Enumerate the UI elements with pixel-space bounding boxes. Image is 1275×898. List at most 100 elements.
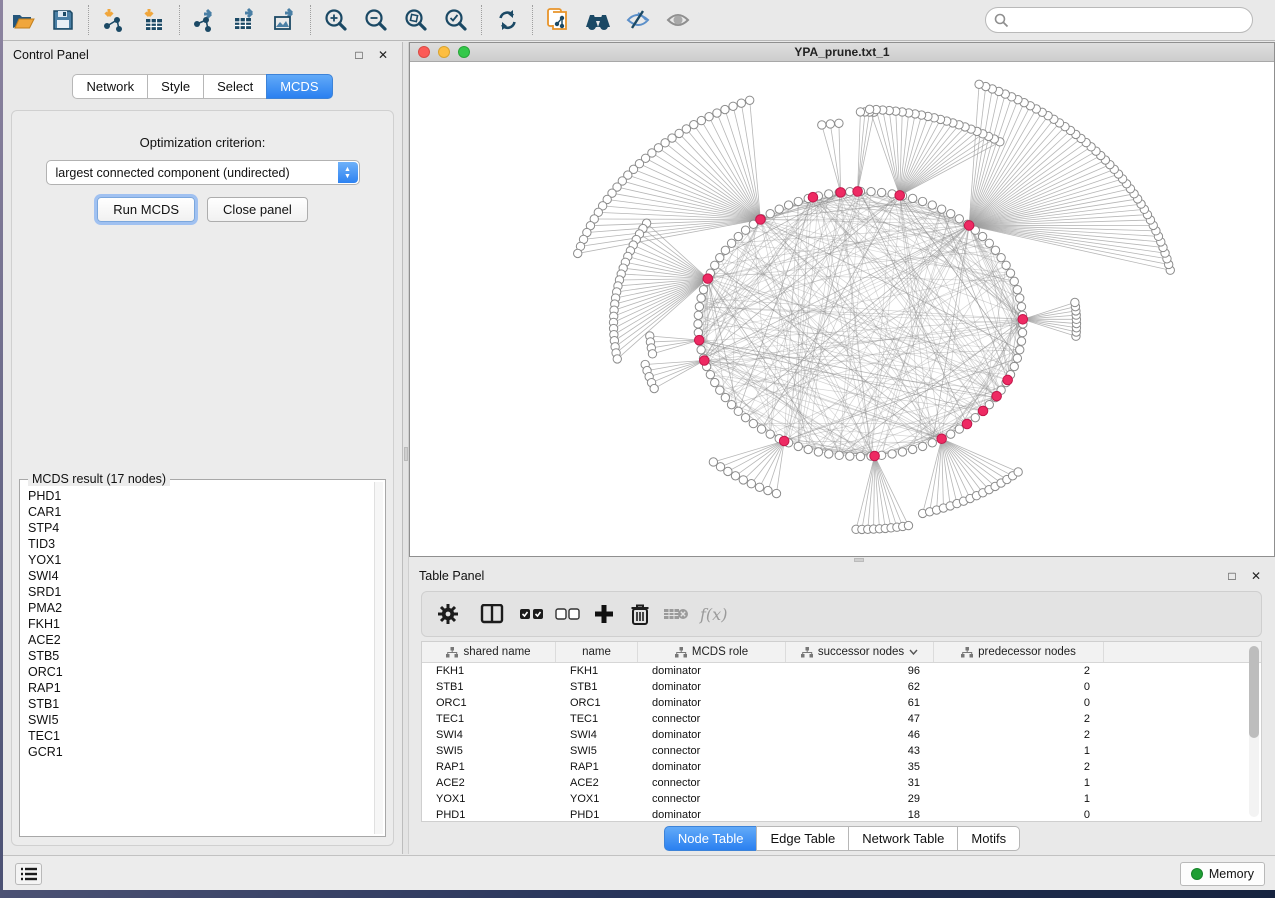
table-row[interactable]: STB1STB1dominator620 <box>422 679 1261 695</box>
cell-name[interactable]: YOX1 <box>556 791 638 807</box>
memory-button[interactable]: Memory <box>1180 862 1265 886</box>
zoom-selected-button[interactable] <box>439 4 473 36</box>
tab-select[interactable]: Select <box>203 74 266 99</box>
cell-predecessor_nodes[interactable]: 0 <box>934 695 1104 711</box>
import-table-button[interactable] <box>137 4 171 36</box>
splitter-grip[interactable] <box>404 447 408 461</box>
cell-shared_name[interactable]: PHD1 <box>422 807 556 823</box>
refresh-button[interactable] <box>490 4 524 36</box>
table-row[interactable]: RAP1RAP1dominator352 <box>422 759 1261 775</box>
mcds-result-list[interactable]: PHD1CAR1STP4TID3YOX1SWI4SRD1PMA2FKH1ACE2… <box>28 488 373 832</box>
first-neighbors-button[interactable] <box>581 4 615 36</box>
cell-predecessor_nodes[interactable]: 2 <box>934 711 1104 727</box>
cell-mcds_role[interactable]: connector <box>638 711 786 727</box>
cell-mcds_role[interactable]: dominator <box>638 663 786 679</box>
mcds-result-item[interactable]: PMA2 <box>28 600 373 616</box>
cell-shared_name[interactable]: SWI4 <box>422 727 556 743</box>
cell-name[interactable]: TEC1 <box>556 711 638 727</box>
cell-predecessor_nodes[interactable]: 0 <box>934 807 1104 823</box>
column-header-shared-name[interactable]: shared name <box>422 642 556 662</box>
mcds-result-item[interactable]: SWI5 <box>28 712 373 728</box>
mcds-result-item[interactable]: STB5 <box>28 648 373 664</box>
mcds-result-item[interactable]: YOX1 <box>28 552 373 568</box>
close-window-icon[interactable] <box>418 46 430 58</box>
cell-name[interactable]: RAP1 <box>556 759 638 775</box>
cell-name[interactable]: ORC1 <box>556 695 638 711</box>
mcds-result-item[interactable]: CAR1 <box>28 504 373 520</box>
cell-predecessor_nodes[interactable]: 2 <box>934 663 1104 679</box>
mcds-list-scrollbar[interactable] <box>374 482 383 834</box>
mcds-result-item[interactable]: STP4 <box>28 520 373 536</box>
cell-mcds_role[interactable]: connector <box>638 791 786 807</box>
column-header-MCDS-role[interactable]: MCDS role <box>638 642 786 662</box>
cell-name[interactable]: ACE2 <box>556 775 638 791</box>
cell-successor_nodes[interactable]: 29 <box>786 791 934 807</box>
network-window-titlebar[interactable]: YPA_prune.txt_1 <box>410 43 1274 62</box>
function-builder-button[interactable]: f(x) <box>700 605 727 624</box>
cell-name[interactable]: STB1 <box>556 679 638 695</box>
cell-successor_nodes[interactable]: 31 <box>786 775 934 791</box>
cell-name[interactable]: SWI5 <box>556 743 638 759</box>
table-row[interactable]: PHD1PHD1dominator180 <box>422 807 1261 823</box>
export-image-button[interactable] <box>268 4 302 36</box>
cell-predecessor_nodes[interactable]: 2 <box>934 727 1104 743</box>
table-row[interactable]: FKH1FKH1dominator962 <box>422 663 1261 679</box>
mcds-result-item[interactable]: SWI4 <box>28 568 373 584</box>
mcds-result-item[interactable]: ORC1 <box>28 664 373 680</box>
cell-mcds_role[interactable]: dominator <box>638 759 786 775</box>
cell-successor_nodes[interactable]: 46 <box>786 727 934 743</box>
cell-predecessor_nodes[interactable]: 1 <box>934 775 1104 791</box>
table-tab-motifs[interactable]: Motifs <box>957 826 1020 851</box>
table-scrollbar-thumb[interactable] <box>1249 646 1259 738</box>
cell-mcds_role[interactable]: dominator <box>638 679 786 695</box>
column-header-name[interactable]: name <box>556 642 638 662</box>
add-column-button[interactable] <box>586 597 622 631</box>
mcds-result-item[interactable]: TID3 <box>28 536 373 552</box>
criterion-select[interactable]: largest connected component (undirected)… <box>46 160 360 185</box>
cell-predecessor_nodes[interactable]: 0 <box>934 679 1104 695</box>
cell-shared_name[interactable]: TEC1 <box>422 711 556 727</box>
column-header-predecessor-nodes[interactable]: predecessor nodes <box>934 642 1104 662</box>
cell-name[interactable]: FKH1 <box>556 663 638 679</box>
vertical-splitter[interactable] <box>402 42 409 854</box>
zoom-out-button[interactable] <box>359 4 393 36</box>
export-table-button[interactable] <box>228 4 262 36</box>
task-history-button[interactable] <box>15 863 42 885</box>
close-panel-button-inner[interactable]: Close panel <box>207 197 308 222</box>
hide-selected-button[interactable] <box>621 4 655 36</box>
maximize-window-icon[interactable] <box>458 46 470 58</box>
cell-shared_name[interactable]: FKH1 <box>422 663 556 679</box>
mcds-result-item[interactable]: SRD1 <box>28 584 373 600</box>
cell-successor_nodes[interactable]: 18 <box>786 807 934 823</box>
table-row[interactable]: YOX1YOX1connector291 <box>422 791 1261 807</box>
mcds-result-item[interactable]: RAP1 <box>28 680 373 696</box>
cell-successor_nodes[interactable]: 47 <box>786 711 934 727</box>
column-layout-button[interactable] <box>474 597 510 631</box>
zoom-fit-button[interactable] <box>399 4 433 36</box>
search-field[interactable] <box>985 7 1253 33</box>
table-row[interactable]: ORC1ORC1dominator610 <box>422 695 1261 711</box>
mcds-result-item[interactable]: GCR1 <box>28 744 373 760</box>
column-header-successor-nodes[interactable]: successor nodes <box>786 642 934 662</box>
cell-predecessor_nodes[interactable]: 2 <box>934 759 1104 775</box>
table-row[interactable]: SWI5SWI5connector431 <box>422 743 1261 759</box>
cell-predecessor_nodes[interactable]: 1 <box>934 743 1104 759</box>
save-session-button[interactable] <box>46 4 80 36</box>
table-tab-node-table[interactable]: Node Table <box>664 826 757 851</box>
cell-successor_nodes[interactable]: 61 <box>786 695 934 711</box>
clone-network-button[interactable] <box>541 4 575 36</box>
unselect-all-columns-button[interactable] <box>550 597 586 631</box>
export-network-button[interactable] <box>188 4 222 36</box>
cell-shared_name[interactable]: YOX1 <box>422 791 556 807</box>
select-all-columns-button[interactable] <box>514 597 550 631</box>
cell-shared_name[interactable]: RAP1 <box>422 759 556 775</box>
open-file-button[interactable] <box>6 4 40 36</box>
zoom-in-button[interactable] <box>319 4 353 36</box>
cell-successor_nodes[interactable]: 43 <box>786 743 934 759</box>
close-panel-button[interactable]: ✕ <box>374 47 392 63</box>
import-network-button[interactable] <box>97 4 131 36</box>
close-table-panel-button[interactable]: ✕ <box>1247 568 1265 584</box>
cell-successor_nodes[interactable]: 35 <box>786 759 934 775</box>
cell-mcds_role[interactable]: dominator <box>638 695 786 711</box>
table-row[interactable]: ACE2ACE2connector311 <box>422 775 1261 791</box>
